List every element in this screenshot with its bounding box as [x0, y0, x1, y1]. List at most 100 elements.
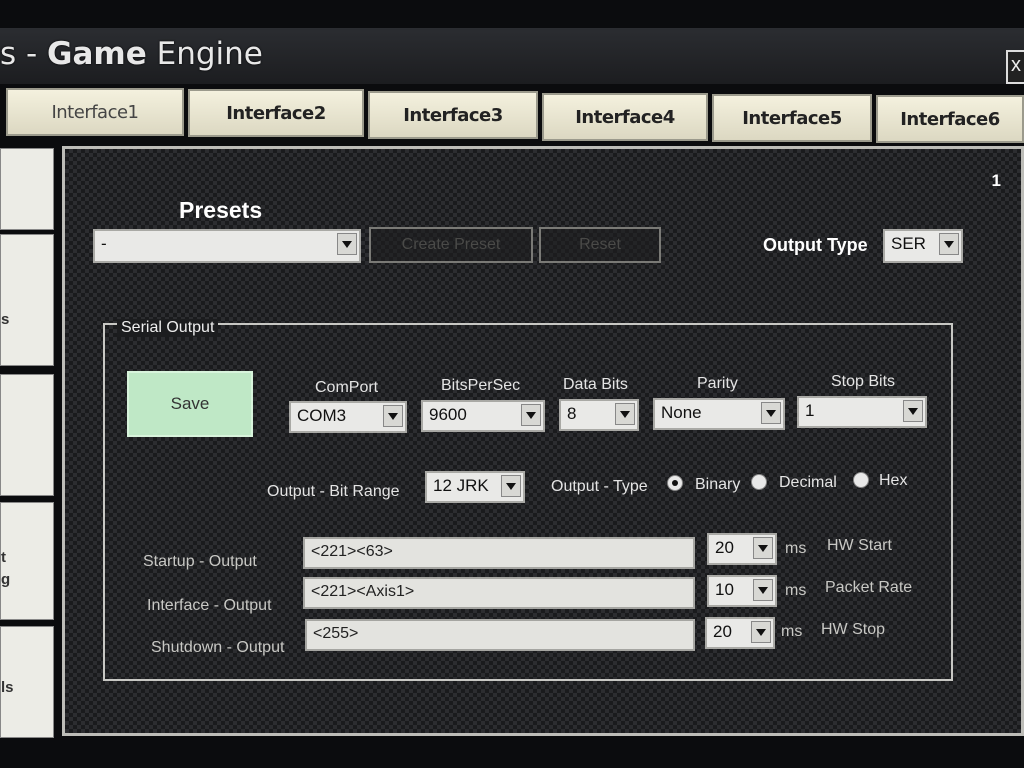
shutdown-ms-value: 20 [713, 622, 732, 641]
hw-stop-label: HW Stop [821, 621, 886, 638]
main-panel: 1 Presets - Create Preset Reset Output T… [62, 146, 1024, 736]
side-tabs: s t g ls [0, 148, 56, 748]
chevron-down-icon [751, 621, 771, 643]
reset-button[interactable]: Reset [539, 227, 661, 263]
shutdown-output-value: <255> [313, 625, 359, 642]
tab-interface5[interactable]: Interface5 [712, 94, 872, 142]
interface-ms-select[interactable]: 10 [707, 575, 777, 607]
side-tab-4[interactable]: t g [0, 502, 54, 620]
shutdown-ms-select[interactable]: 20 [705, 617, 775, 649]
chevron-down-icon [939, 233, 959, 255]
tab-interface1[interactable]: Interface1 [6, 88, 184, 136]
side-tab-1[interactable] [0, 148, 54, 230]
close-icon: x [1011, 54, 1021, 76]
tab-label: Interface6 [900, 108, 1000, 130]
bit-range-value: 12 JRK [433, 476, 489, 495]
side-tab-label: ls [1, 679, 14, 696]
output-type-select[interactable]: SER [883, 229, 963, 263]
hex-label: Hex [879, 472, 908, 489]
interface-output-value: <221><Axis1> [311, 583, 415, 600]
chevron-down-icon [761, 402, 781, 424]
comport-label: ComPort [315, 379, 379, 396]
parity-label: Parity [697, 375, 738, 392]
data-bits-value: 8 [567, 404, 577, 423]
startup-ms-value: 20 [715, 538, 734, 557]
interface-output-label: Interface - Output [147, 597, 272, 614]
stop-bits-select[interactable]: 1 [797, 396, 927, 428]
side-tab-5[interactable]: ls [0, 626, 54, 738]
create-preset-label: Create Preset [401, 236, 501, 253]
page-number: 1 [991, 171, 1001, 190]
data-bits-select[interactable]: 8 [559, 399, 639, 431]
tab-interface2[interactable]: Interface2 [188, 89, 364, 137]
binary-label: Binary [695, 476, 741, 493]
packet-rate-label: Packet Rate [825, 579, 913, 596]
output-format-label: Output - Type [551, 478, 648, 495]
comport-select[interactable]: COM3 [289, 401, 407, 433]
output-type-label: Output Type [763, 235, 868, 255]
chevron-down-icon [383, 405, 403, 427]
startup-output-label: Startup - Output [143, 553, 257, 570]
tab-label: Interface3 [403, 104, 503, 126]
chevron-down-icon [521, 404, 541, 426]
parity-select[interactable]: None [653, 398, 785, 430]
tab-label: Interface1 [51, 101, 139, 123]
bits-per-sec-label: BitsPerSec [441, 377, 521, 394]
window-title: s - Game Engine [0, 36, 263, 72]
radio-decimal[interactable] [751, 474, 767, 490]
interface-ms-value: 10 [715, 580, 734, 599]
decimal-label: Decimal [779, 474, 837, 491]
chevron-down-icon [337, 233, 357, 255]
side-tab-label: s [1, 311, 10, 328]
interface-tabs: Interface1 Interface2 Interface3 Interfa… [6, 88, 1024, 144]
tab-label: Interface4 [575, 106, 675, 128]
comport-value: COM3 [297, 406, 347, 425]
interface-ms-unit: ms [785, 582, 807, 599]
presets-label: Presets [179, 197, 263, 223]
side-tab-3[interactable] [0, 374, 54, 496]
presets-value: - [101, 234, 107, 253]
chevron-down-icon [753, 537, 773, 559]
close-button[interactable]: x [1006, 50, 1024, 84]
shutdown-ms-unit: ms [781, 623, 803, 640]
chevron-down-icon [753, 579, 773, 601]
stop-bits-value: 1 [805, 401, 815, 420]
shutdown-output-field[interactable]: <255> [305, 619, 695, 651]
chevron-down-icon [501, 475, 521, 497]
interface-output-field[interactable]: <221><Axis1> [303, 577, 695, 609]
title-rest: Engine [146, 36, 263, 72]
bit-range-select[interactable]: 12 JRK [425, 471, 525, 503]
startup-output-field[interactable]: <221><63> [303, 537, 695, 569]
radio-binary[interactable] [667, 475, 683, 491]
output-type-value: SER [891, 234, 926, 253]
bits-per-sec-value: 9600 [429, 405, 467, 424]
side-tab-2[interactable]: s [0, 234, 54, 366]
startup-ms-select[interactable]: 20 [707, 533, 777, 565]
radio-hex[interactable] [853, 472, 869, 488]
create-preset-button[interactable]: Create Preset [369, 227, 533, 263]
save-button[interactable]: Save [127, 371, 253, 437]
reset-label: Reset [579, 236, 621, 253]
presets-select[interactable]: - [93, 229, 361, 263]
stop-bits-label: Stop Bits [831, 373, 896, 390]
parity-value: None [661, 403, 702, 422]
tab-interface4[interactable]: Interface4 [542, 93, 708, 141]
tab-label: Interface5 [742, 107, 842, 129]
hw-start-label: HW Start [827, 537, 892, 554]
bits-per-sec-select[interactable]: 9600 [421, 400, 545, 432]
tab-interface3[interactable]: Interface3 [368, 91, 538, 139]
save-label: Save [170, 394, 210, 413]
chevron-down-icon [903, 400, 923, 422]
serial-output-title: Serial Output [117, 319, 219, 337]
tab-label: Interface2 [226, 102, 326, 124]
shutdown-output-label: Shutdown - Output [151, 639, 285, 656]
title-bold: Game [47, 36, 147, 72]
data-bits-label: Data Bits [563, 376, 628, 393]
startup-output-value: <221><63> [311, 543, 393, 560]
startup-ms-unit: ms [785, 540, 807, 557]
side-tab-label: t g [1, 549, 11, 588]
chevron-down-icon [615, 403, 635, 425]
bit-range-label: Output - Bit Range [267, 483, 400, 500]
title-prefix: s - [0, 36, 48, 72]
tab-interface6[interactable]: Interface6 [876, 95, 1024, 143]
